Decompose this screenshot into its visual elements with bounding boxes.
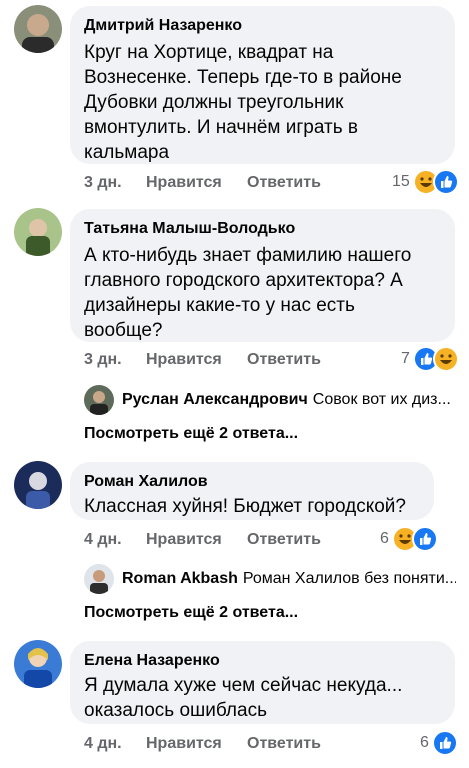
avatar[interactable] xyxy=(14,208,62,256)
reaction-count: 6 xyxy=(420,734,429,751)
comment-time[interactable]: 3 дн. xyxy=(84,172,122,194)
comment-line: Дубовки должны треугольник xyxy=(84,92,344,113)
comment-author[interactable]: Елена Назаренко xyxy=(84,651,441,671)
like-button[interactable]: Нравится xyxy=(146,349,222,371)
avatar xyxy=(84,385,114,415)
reaction-summary[interactable]: 15 xyxy=(392,169,459,195)
reply-button[interactable]: Ответить xyxy=(247,172,321,194)
like-button[interactable]: Нравится xyxy=(146,172,222,194)
comment-time[interactable]: 4 дн. xyxy=(84,733,122,755)
reply-button[interactable]: Ответить xyxy=(247,349,321,371)
comment-line: Я думала хуже чем сейчас некуда... xyxy=(84,675,403,696)
like-icon xyxy=(431,730,458,756)
like-icon xyxy=(411,526,438,552)
avatar[interactable] xyxy=(14,461,62,509)
view-more-replies-link[interactable]: Посмотреть ещё 2 ответа... xyxy=(84,425,298,443)
comment-time[interactable]: 3 дн. xyxy=(84,349,122,371)
comment-actions: 4 дн. Нравится Ответить xyxy=(84,529,334,551)
comment-line: дизайнеры какие-то у нас есть xyxy=(84,295,355,316)
comment-line: главного городского архитектора? А xyxy=(84,270,403,291)
comment-actions: 4 дн. Нравится Ответить xyxy=(84,733,334,755)
reaction-summary[interactable]: 7 xyxy=(401,346,459,372)
haha-icon xyxy=(432,346,459,372)
comment-bubble: Елена Назаренко Я думала хуже чем сейчас… xyxy=(70,641,455,724)
reaction-count: 15 xyxy=(392,173,410,190)
comment-actions: 3 дн. Нравится Ответить xyxy=(84,172,334,194)
comment-line: А кто-нибудь знает фамилию нашего xyxy=(84,245,412,266)
comment-line: кальмара xyxy=(84,142,170,163)
avatar[interactable] xyxy=(14,640,62,688)
like-icon xyxy=(432,169,459,195)
reply-text: Роман Халилов без поняти... xyxy=(242,570,456,587)
reaction-count: 6 xyxy=(380,530,389,547)
reply-preview[interactable]: Руслан Александрович Совок вот их диз... xyxy=(84,384,456,416)
comment-text: А кто-нибудь знает фамилию нашего главно… xyxy=(84,243,441,343)
comment-line: Вознесенке. Теперь где-то в районе xyxy=(84,67,402,88)
comment-line: Круг на Хортице, квадрат на xyxy=(84,42,334,63)
comment-author[interactable]: Дмитрий Назаренко xyxy=(84,16,441,36)
comment-text: Я думала хуже чем сейчас некуда... оказа… xyxy=(84,673,441,723)
reaction-summary[interactable]: 6 xyxy=(420,730,458,756)
view-more-replies-link[interactable]: Посмотреть ещё 2 ответа... xyxy=(84,604,298,622)
comment-line: Классная хуйня! Бюджет городской? xyxy=(84,496,406,517)
reaction-summary[interactable]: 6 xyxy=(380,526,438,552)
reply-preview[interactable]: Roman Akbash Роман Халилов без поняти... xyxy=(84,563,456,595)
comment-bubble: Татьяна Малыш-Володько А кто-нибудь знае… xyxy=(70,209,455,342)
comment-line: вообще? xyxy=(84,320,163,341)
comment-line: оказалось ошиблась xyxy=(84,700,267,721)
comment-time[interactable]: 4 дн. xyxy=(84,529,122,551)
comment-bubble: Дмитрий Назаренко Круг на Хортице, квадр… xyxy=(70,6,455,164)
reply-button[interactable]: Ответить xyxy=(247,529,321,551)
comment-author[interactable]: Роман Халилов xyxy=(84,472,420,492)
like-button[interactable]: Нравится xyxy=(146,733,222,755)
reply-button[interactable]: Ответить xyxy=(247,733,321,755)
comment-line: вмонтулить. И начнём играть в xyxy=(84,117,358,138)
reaction-count: 7 xyxy=(401,350,410,367)
reply-author: Roman Akbash xyxy=(122,570,238,587)
like-button[interactable]: Нравится xyxy=(146,529,222,551)
avatar[interactable] xyxy=(14,5,62,53)
comment-text: Классная хуйня! Бюджет городской? xyxy=(84,494,420,519)
comment-text: Круг на Хортице, квадрат на Вознесенке. … xyxy=(84,40,441,165)
comment-bubble: Роман Халилов Классная хуйня! Бюджет гор… xyxy=(70,462,434,520)
comment-actions: 3 дн. Нравится Ответить xyxy=(84,349,334,371)
comment-author[interactable]: Татьяна Малыш-Володько xyxy=(84,219,441,239)
reply-text: Совок вот их диз... xyxy=(312,391,451,408)
avatar xyxy=(84,564,114,594)
reply-author: Руслан Александрович xyxy=(122,391,308,408)
